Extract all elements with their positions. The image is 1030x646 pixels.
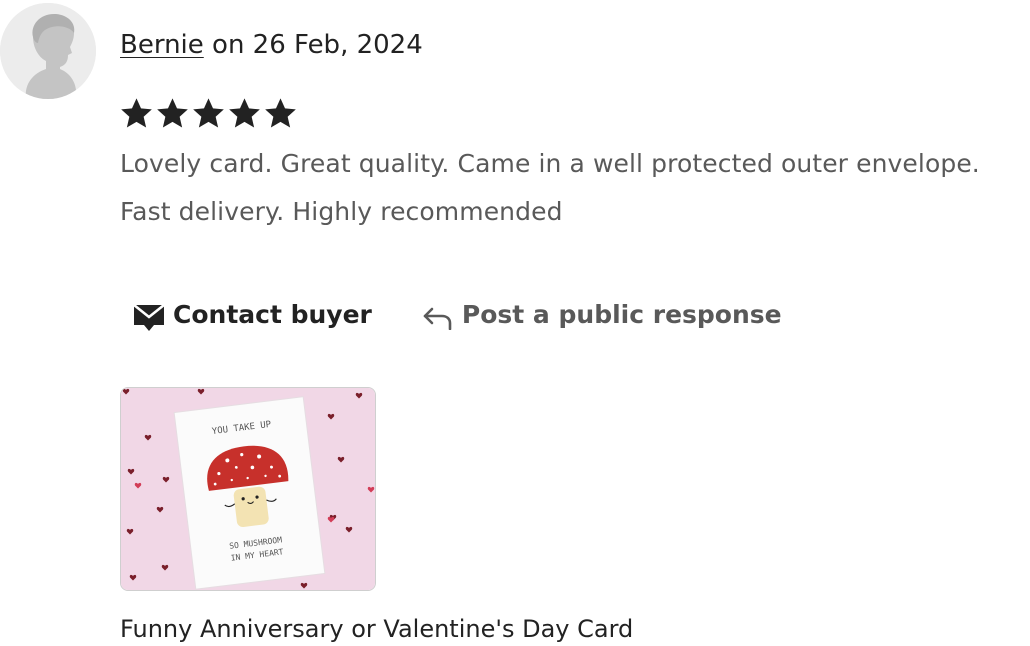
contact-buyer-button[interactable]: Contact buyer (120, 296, 372, 332)
mushroom-card-image: YOU TAKE UP SO MUSHROOM IN MY HEART (121, 388, 375, 590)
review-text: Lovely card. Great quality. Came in a we… (120, 140, 1030, 236)
review-text-line: Fast delivery. Highly recommended (120, 197, 563, 226)
product-title-link[interactable]: Funny Anniversary or Valentine's Day Car… (120, 612, 633, 646)
star-icon (157, 98, 188, 128)
reply-arrow-icon (422, 306, 452, 330)
post-public-response-button[interactable]: Post a public response (422, 298, 782, 330)
review-byline: Bernie on 26 Feb, 2024 (120, 28, 423, 62)
review-date: on 26 Feb, 2024 (203, 30, 423, 60)
envelope-icon (133, 304, 165, 332)
star-icon (121, 98, 152, 128)
star-rating (119, 96, 298, 131)
reviewer-name-link[interactable]: Bernie (120, 30, 204, 60)
product-thumbnail[interactable]: YOU TAKE UP SO MUSHROOM IN MY HEART (120, 387, 376, 591)
star-icon (265, 98, 296, 128)
review-actions: Contact buyer Post a public response (120, 292, 782, 336)
star-icon (229, 98, 260, 128)
review-text-line: Lovely card. Great quality. Came in a we… (120, 149, 980, 178)
contact-buyer-label: Contact buyer (173, 299, 372, 329)
post-public-response-label: Post a public response (461, 299, 782, 329)
reviewer-avatar[interactable] (0, 3, 96, 99)
person-silhouette-icon (0, 3, 96, 99)
star-icon (193, 98, 224, 128)
